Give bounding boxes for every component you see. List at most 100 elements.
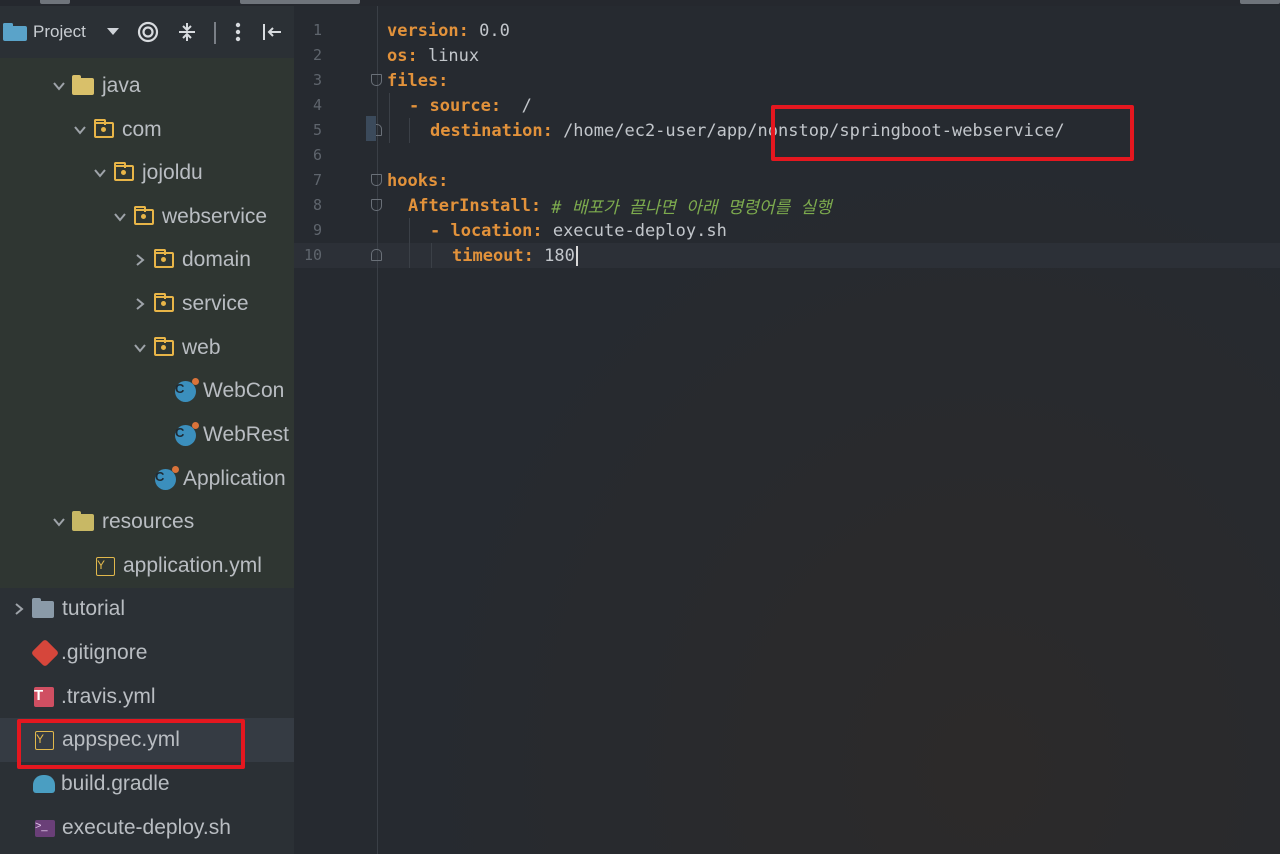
fold-marker-icon[interactable] xyxy=(371,174,382,186)
chevron-down-icon[interactable] xyxy=(133,341,147,355)
tree-item-label: WebRest xyxy=(203,423,289,446)
line-number: 7 xyxy=(312,171,322,189)
tree-item-label: .travis.yml xyxy=(61,685,156,708)
tree-item-label: java xyxy=(102,74,141,97)
indent-guide xyxy=(431,243,432,268)
chevron-down-icon[interactable] xyxy=(52,515,66,529)
chevron-down-icon[interactable] xyxy=(113,210,127,224)
toolbar-separator xyxy=(214,22,216,44)
bookmark-gutter-mark xyxy=(366,116,376,141)
current-line-highlight xyxy=(294,243,1280,268)
travis-icon: T xyxy=(34,687,54,707)
code-line-2[interactable]: os: linux xyxy=(387,43,479,68)
tree-item-webrestcontroller[interactable]: C WebRest xyxy=(0,414,294,456)
line-number: 5 xyxy=(312,121,322,139)
yaml-key: - source: xyxy=(409,95,502,116)
tree-item-label: Application xyxy=(183,467,286,490)
chevron-right-icon[interactable] xyxy=(133,297,147,311)
tree-item-label: resources xyxy=(102,510,195,533)
gradle-icon xyxy=(33,775,55,793)
yaml-value: / xyxy=(501,95,532,116)
tree-item-application[interactable]: C Application xyxy=(0,458,294,500)
package-icon xyxy=(93,119,114,138)
chevron-down-icon[interactable] xyxy=(104,22,122,42)
fold-end-icon[interactable] xyxy=(371,249,382,261)
line-number: 2 xyxy=(312,46,322,64)
line-number: 9 xyxy=(312,221,322,239)
code-line-10[interactable]: timeout: 180 xyxy=(452,243,578,268)
tree-item-execute-deploy-sh[interactable]: >_ execute-deploy.sh xyxy=(0,807,294,849)
line-number: 8 xyxy=(312,196,322,214)
tree-item-label: execute-deploy.sh xyxy=(62,816,231,839)
source-folder-icon xyxy=(72,74,94,95)
tree-item-web[interactable]: web xyxy=(0,327,294,369)
tree-item-webcontroller[interactable]: C WebCon xyxy=(0,370,294,412)
chevron-down-icon[interactable] xyxy=(52,79,66,93)
tree-item-tutorial[interactable]: tutorial xyxy=(0,588,294,630)
java-class-icon: C xyxy=(175,377,199,402)
tree-item-service[interactable]: service xyxy=(0,283,294,325)
chevron-right-icon[interactable] xyxy=(133,253,147,267)
project-toolbar: Project xyxy=(0,6,294,58)
package-icon xyxy=(153,337,174,356)
chevron-down-icon[interactable] xyxy=(93,166,107,180)
tree-item-label: web xyxy=(182,336,221,359)
more-icon[interactable] xyxy=(228,20,248,44)
text-cursor xyxy=(575,245,578,266)
folder-icon xyxy=(32,597,54,618)
yaml-value: execute-deploy.sh xyxy=(542,220,727,241)
code-line-4[interactable]: - source: / xyxy=(409,93,532,118)
tree-item-label: application.yml xyxy=(123,554,262,577)
code-line-1[interactable]: version: 0.0 xyxy=(387,18,510,43)
locate-icon[interactable] xyxy=(136,20,160,44)
tree-item-label: webservice xyxy=(162,205,268,228)
tree-item-domain[interactable]: domain xyxy=(0,239,294,281)
destination-highlight-box xyxy=(771,105,1134,161)
code-line-3[interactable]: files: xyxy=(387,68,448,93)
fold-marker-icon[interactable] xyxy=(371,74,382,86)
code-line-9[interactable]: - location: execute-deploy.sh xyxy=(430,218,727,243)
yaml-key: destination: xyxy=(430,120,553,141)
tree-item-label: com xyxy=(122,118,162,141)
line-number: 4 xyxy=(312,96,322,114)
code-line-7[interactable]: hooks: xyxy=(387,168,448,193)
yaml-value: linux xyxy=(417,45,480,66)
tree-item-jojoldu[interactable]: jojoldu xyxy=(0,152,294,194)
package-icon xyxy=(133,206,154,225)
tree-item-label: WebCon xyxy=(203,379,285,402)
tree-item-java[interactable]: java xyxy=(0,65,294,107)
line-number: 6 xyxy=(312,146,322,164)
package-icon xyxy=(153,293,174,312)
collapse-all-icon[interactable] xyxy=(175,20,199,44)
tree-item-gitignore[interactable]: .gitignore xyxy=(0,632,294,674)
tree-item-travis-yml[interactable]: T .travis.yml xyxy=(0,676,294,718)
yaml-key: version: xyxy=(387,20,469,41)
tree-item-webservice[interactable]: webservice xyxy=(0,196,294,238)
project-view-title[interactable]: Project xyxy=(33,20,86,44)
tree-item-label: tutorial xyxy=(62,597,126,620)
package-icon xyxy=(113,162,134,181)
appspec-highlight-box xyxy=(17,719,245,769)
tree-item-resources[interactable]: resources xyxy=(0,501,294,543)
chevron-down-icon[interactable] xyxy=(73,123,87,137)
java-class-icon: C xyxy=(155,465,179,490)
tree-item-label: service xyxy=(182,292,249,315)
tree-item-application-yml[interactable]: Y application.yml xyxy=(0,545,294,587)
project-folder-icon xyxy=(2,20,28,44)
code-line-8[interactable]: AfterInstall: # 배포가 끝나면 아래 명령어를 실행 xyxy=(408,193,832,219)
tree-item-com[interactable]: com xyxy=(0,109,294,151)
yaml-value: 180 xyxy=(533,245,575,266)
chevron-right-icon[interactable] xyxy=(12,602,26,616)
line-number: 10 xyxy=(303,246,322,264)
yaml-key: os: xyxy=(387,45,418,66)
indent-guide xyxy=(409,218,410,268)
yaml-key: - location: xyxy=(430,220,543,241)
fold-marker-icon[interactable] xyxy=(371,199,382,211)
hide-icon[interactable] xyxy=(260,20,284,44)
shell-script-icon: >_ xyxy=(35,819,55,837)
line-number: 3 xyxy=(312,71,322,89)
indent-guide xyxy=(389,93,390,143)
tree-item-build-gradle[interactable]: build.gradle xyxy=(0,763,294,805)
yaml-key: files: xyxy=(387,70,449,91)
yaml-comment: # 배포가 끝나면 아래 명령어를 실행 xyxy=(541,198,832,218)
